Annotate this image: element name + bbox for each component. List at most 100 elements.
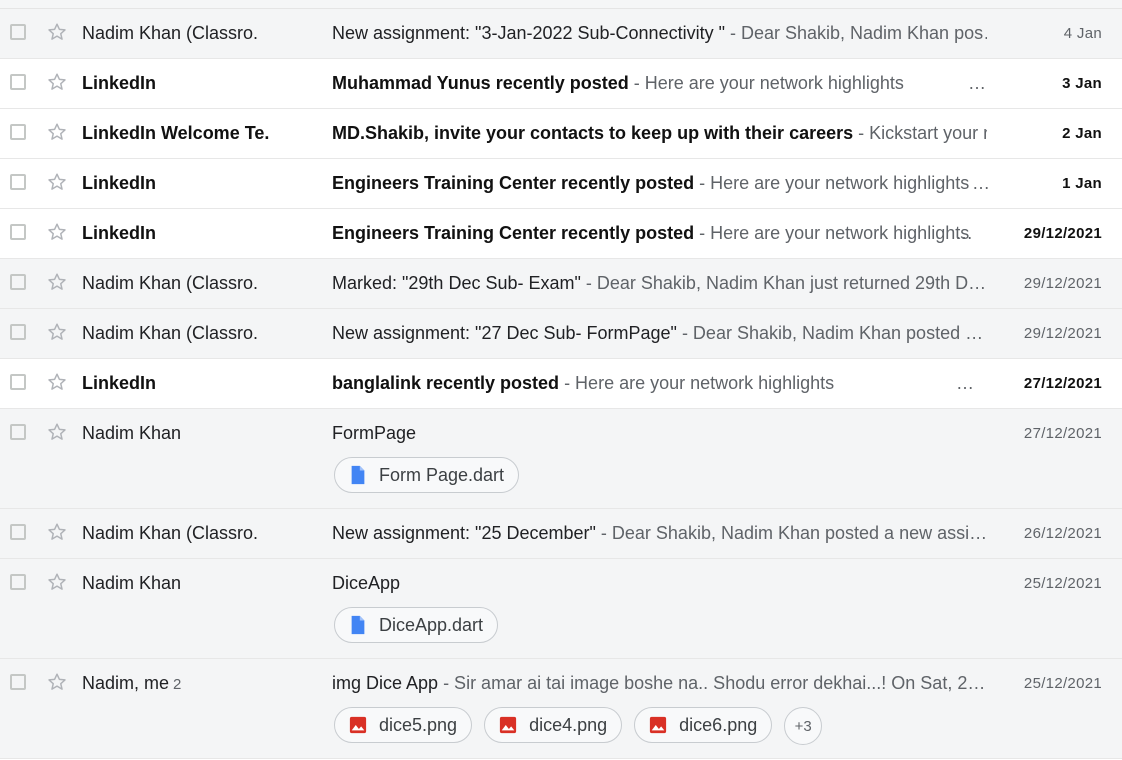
star-icon[interactable]: [46, 171, 68, 193]
sender-name: Nadim Khan (Classro.: [82, 523, 259, 543]
email-row[interactable]: LinkedIn Welcome Te. MD.Shakib, invite y…: [0, 109, 1122, 159]
email-subject: banglalink recently posted: [332, 373, 560, 393]
attachment-chip[interactable]: dice5.png: [334, 707, 473, 743]
subject-line: Muhammad Yunus recently posted - Here ar…: [332, 73, 987, 94]
email-snippet: - Here are your network highlights: [694, 173, 970, 193]
email-date: 29/12/2021: [1023, 275, 1102, 292]
email-row[interactable]: Nadim Khan FormPage 27/12/2021 Form Page…: [0, 409, 1122, 509]
email-subject: Muhammad Yunus recently posted: [332, 73, 629, 93]
email-subject: img Dice App: [332, 673, 439, 693]
select-checkbox[interactable]: [10, 24, 26, 40]
email-snippet: - Here are your network highlights: [559, 373, 835, 393]
star-icon[interactable]: [46, 271, 68, 293]
select-checkbox[interactable]: [10, 424, 26, 440]
email-row[interactable]: Nadim Khan DiceApp 25/12/2021 DiceApp.da…: [0, 559, 1122, 659]
select-checkbox[interactable]: [10, 324, 26, 340]
email-subject: Marked: "29th Dec Sub- Exam": [332, 273, 581, 293]
sender-name: Nadim Khan (Classro.: [82, 273, 259, 293]
document-file-icon: [351, 465, 365, 485]
email-date: 1 Jan: [1062, 175, 1102, 192]
subject-line: MD.Shakib, invite your contacts to keep …: [332, 123, 987, 144]
email-row[interactable]: Nadim Khan (Classro. New assignment: "25…: [0, 509, 1122, 559]
email-row[interactable]: Nadim Khan (Classro. New assignment: "3-…: [0, 9, 1122, 59]
select-checkbox[interactable]: [10, 674, 26, 690]
email-row[interactable]: LinkedIn Muhammad Yunus recently posted …: [0, 59, 1122, 109]
email-snippet: - Dear Shakib, Nadim Khan posted a new a…: [595, 523, 987, 543]
email-row[interactable]: Nadim Khan (Classro. New assignment: "27…: [0, 309, 1122, 359]
email-row[interactable]: Nadim, me 2 img Dice App - Sir amar ai ta…: [0, 659, 1122, 759]
email-snippet: - Kickstart your ne…: [858, 123, 987, 143]
subject-line: DiceApp: [332, 573, 987, 594]
email-subject: FormPage: [332, 423, 417, 443]
email-snippet: - Dear Shakib, Nadim Khan pos…: [724, 23, 987, 43]
select-checkbox[interactable]: [10, 124, 26, 140]
email-date: 27/12/2021: [1023, 425, 1102, 442]
email-snippet: - Here are your network highlights: [694, 223, 970, 243]
star-icon[interactable]: [46, 221, 68, 243]
attachment-chips: DiceApp.dart: [334, 607, 499, 643]
image-file-icon: [650, 716, 667, 734]
select-checkbox[interactable]: [10, 574, 26, 590]
star-icon[interactable]: [46, 371, 68, 393]
attachment-chip[interactable]: Form Page.dart: [334, 457, 520, 493]
snippet-ellipsis: …: [968, 73, 986, 93]
list-top-divider: [0, 0, 1122, 9]
attachment-name: DiceApp.dart: [379, 614, 484, 635]
more-attachments-button[interactable]: +3: [784, 707, 823, 745]
select-checkbox[interactable]: [10, 224, 26, 240]
subject-line: New assignment: "25 December" - Dear Sha…: [332, 523, 987, 544]
attachment-chips: Form Page.dart: [334, 457, 520, 493]
sender-name: Nadim Khan: [82, 423, 182, 443]
email-date: 29/12/2021: [1023, 325, 1102, 342]
sender-name: LinkedIn: [82, 223, 157, 243]
attachment-chip[interactable]: dice6.png: [634, 707, 773, 743]
email-list: Nadim Khan (Classro. New assignment: "3-…: [0, 9, 1122, 759]
email-date: 2 Jan: [1062, 125, 1102, 142]
email-snippet: - Dear Shakib, Nadim Khan just returned …: [580, 273, 987, 293]
email-date: 3 Jan: [1062, 75, 1102, 92]
subject-line: New assignment: "3-Jan-2022 Sub-Connecti…: [332, 23, 987, 44]
attachment-name: dice6.png: [679, 714, 758, 735]
image-file-icon: [349, 716, 367, 734]
sender-name: LinkedIn Welcome Te.: [82, 123, 270, 143]
subject-line: FormPage: [332, 423, 987, 444]
email-snippet: - Here are your network highlights: [628, 73, 904, 93]
sender-name: LinkedIn: [82, 173, 157, 193]
star-icon[interactable]: [46, 321, 68, 343]
email-subject: New assignment: "3-Jan-2022 Sub-Connecti…: [332, 23, 725, 43]
star-icon[interactable]: [46, 521, 68, 543]
select-checkbox[interactable]: [10, 524, 26, 540]
email-date: 4 Jan: [1063, 25, 1102, 42]
email-row[interactable]: LinkedIn Engineers Training Center recen…: [0, 209, 1122, 259]
sender-name: Nadim Khan (Classro.: [82, 323, 259, 343]
email-row[interactable]: LinkedIn Engineers Training Center recen…: [0, 159, 1122, 209]
sender-name: Nadim Khan (Classro.: [82, 23, 259, 43]
sender-name: Nadim Khan: [82, 573, 182, 593]
star-icon[interactable]: [46, 571, 68, 593]
select-checkbox[interactable]: [10, 174, 26, 190]
select-checkbox[interactable]: [10, 274, 26, 290]
image-file-icon: [499, 716, 517, 734]
subject-line: img Dice App - Sir amar ai tai image bos…: [332, 673, 987, 694]
email-date: 25/12/2021: [1023, 575, 1102, 592]
star-icon[interactable]: [46, 421, 68, 443]
star-icon[interactable]: [46, 121, 68, 143]
email-snippet: - Sir amar ai tai image boshe na.. Shodu…: [438, 673, 986, 693]
email-subject: Engineers Training Center recently poste…: [332, 223, 695, 243]
email-date: 26/12/2021: [1023, 525, 1102, 542]
star-icon[interactable]: [46, 21, 68, 43]
attachment-chip[interactable]: dice4.png: [484, 707, 623, 743]
email-subject: New assignment: "27 Dec Sub- FormPage": [332, 323, 677, 343]
subject-line: New assignment: "27 Dec Sub- FormPage" -…: [332, 323, 987, 344]
subject-line: Marked: "29th Dec Sub- Exam" - Dear Shak…: [332, 273, 987, 294]
attachment-chips: dice5.png dice4.png dice6.png +3: [334, 707, 823, 745]
email-row[interactable]: Nadim Khan (Classro. Marked: "29th Dec S…: [0, 259, 1122, 309]
document-file-icon: [351, 615, 365, 635]
select-checkbox[interactable]: [10, 374, 26, 390]
select-checkbox[interactable]: [10, 74, 26, 90]
star-icon[interactable]: [46, 671, 68, 693]
email-row[interactable]: LinkedIn banglalink recently posted - He…: [0, 359, 1122, 409]
attachment-chip[interactable]: DiceApp.dart: [334, 607, 499, 643]
star-icon[interactable]: [46, 71, 68, 93]
sender-name: Nadim, me 2: [82, 673, 312, 694]
